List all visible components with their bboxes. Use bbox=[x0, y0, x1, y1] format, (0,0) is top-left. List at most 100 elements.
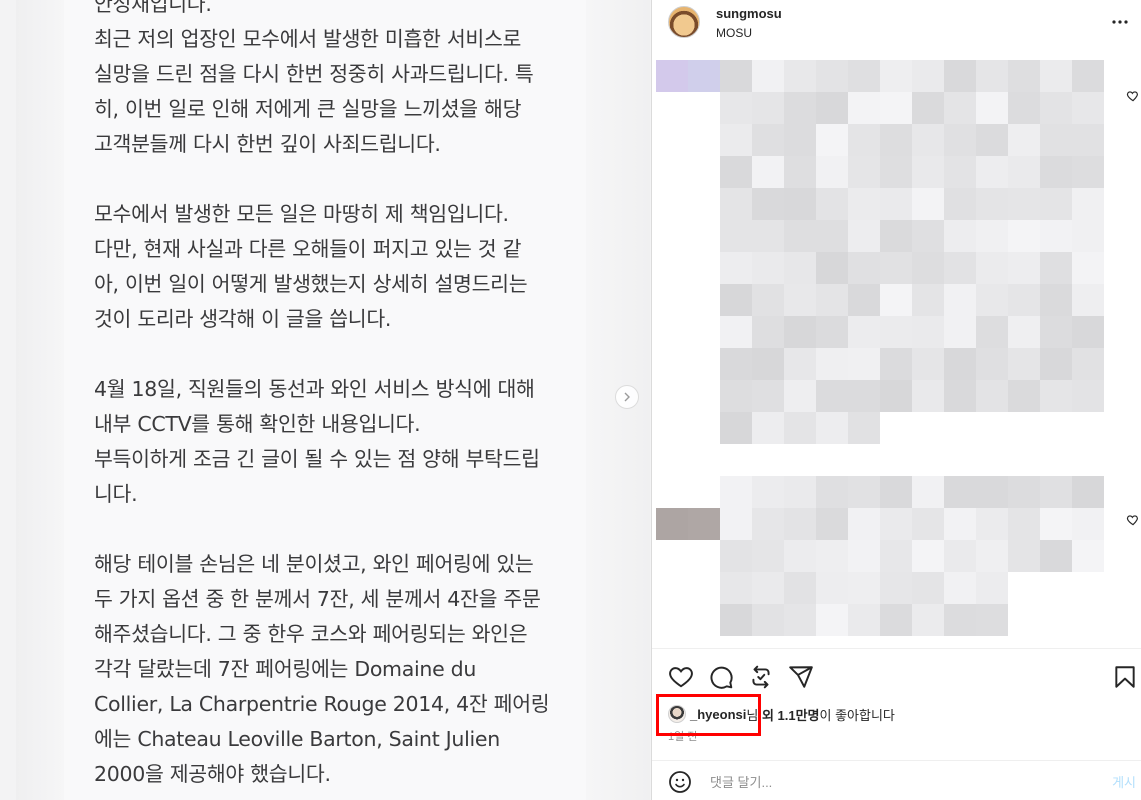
mosaic-pixel bbox=[944, 220, 976, 252]
likes-summary[interactable]: _hyeonsi 님 외 1.1만명 이 좋아합니다 bbox=[668, 704, 895, 724]
mosaic-pixel bbox=[880, 348, 912, 380]
letter-line: 부득이하게 조금 긴 글이 될 수 있는 점 양해 부탁드립 bbox=[94, 447, 540, 471]
emoji-button[interactable] bbox=[668, 770, 692, 794]
mosaic-pixel bbox=[848, 252, 880, 284]
blurred-comments-mosaic bbox=[656, 60, 1104, 636]
post-header: sungmosu MOSU bbox=[652, 0, 1141, 50]
mosaic-pixel bbox=[720, 124, 752, 156]
mosaic-pixel bbox=[944, 156, 976, 188]
mosaic-pixel bbox=[848, 540, 880, 572]
mosaic-pixel bbox=[976, 348, 1008, 380]
mosaic-pixel bbox=[752, 380, 784, 412]
comment-like-icon[interactable] bbox=[1126, 513, 1140, 527]
mosaic-pixel bbox=[912, 604, 944, 636]
post-timestamp[interactable]: 1일 전 bbox=[668, 728, 697, 744]
mosaic-pixel bbox=[944, 124, 976, 156]
mosaic-pixel bbox=[880, 508, 912, 540]
mosaic-pixel bbox=[976, 124, 1008, 156]
share-button[interactable] bbox=[788, 664, 814, 690]
mosaic-pixel bbox=[784, 188, 816, 220]
mosaic-pixel bbox=[976, 572, 1008, 604]
letter-line: 실망을 드린 점을 다시 한번 정중히 사과드립니다. 특 bbox=[94, 62, 534, 86]
mosaic-pixel bbox=[720, 380, 752, 412]
mosaic-pixel bbox=[816, 348, 848, 380]
comment-like-icon[interactable] bbox=[1126, 89, 1140, 103]
author-username[interactable]: sungmosu bbox=[716, 6, 782, 21]
like-button[interactable] bbox=[668, 664, 694, 690]
mosaic-pixel bbox=[848, 604, 880, 636]
letter-line: Collier, La Charpentrie Rouge 2014, 4잔 페… bbox=[94, 692, 550, 716]
mosaic-pixel bbox=[880, 476, 912, 508]
next-slide-button[interactable] bbox=[615, 385, 639, 409]
mosaic-pixel bbox=[816, 60, 848, 92]
mosaic-pixel bbox=[1008, 284, 1040, 316]
mosaic-pixel bbox=[1040, 380, 1072, 412]
chevron-right-icon bbox=[624, 392, 630, 402]
mosaic-pixel bbox=[848, 156, 880, 188]
mosaic-pixel bbox=[752, 124, 784, 156]
likes-count[interactable]: 1.1만명 bbox=[778, 705, 820, 724]
comment-input[interactable] bbox=[708, 769, 1072, 795]
mosaic-pixel bbox=[848, 284, 880, 316]
mosaic-pixel bbox=[1072, 476, 1104, 508]
comment-icon bbox=[710, 666, 733, 689]
mosaic-pixel bbox=[1072, 124, 1104, 156]
mosaic-pixel bbox=[976, 380, 1008, 412]
liker-username[interactable]: _hyeonsi bbox=[690, 707, 746, 722]
mosaic-pixel bbox=[1040, 60, 1072, 92]
mosaic-pixel bbox=[720, 476, 752, 508]
mosaic-pixel bbox=[912, 572, 944, 604]
more-options-button[interactable] bbox=[1110, 12, 1130, 32]
mosaic-pixel bbox=[720, 284, 752, 316]
mosaic-pixel bbox=[816, 124, 848, 156]
mosaic-pixel bbox=[1040, 220, 1072, 252]
mosaic-pixel bbox=[1072, 60, 1104, 92]
letter-line: 최근 저의 업장인 모수에서 발생한 미흡한 서비스로 bbox=[94, 27, 522, 51]
mosaic-pixel bbox=[720, 316, 752, 348]
more-horizontal-icon bbox=[1112, 20, 1128, 24]
mosaic-pixel bbox=[944, 572, 976, 604]
comment-button[interactable] bbox=[708, 664, 734, 690]
letter-line: 내부 CCTV를 통해 확인한 내용입니다. bbox=[94, 412, 421, 436]
mosaic-pixel bbox=[912, 92, 944, 124]
mosaic-pixel bbox=[880, 92, 912, 124]
mosaic-pixel bbox=[816, 220, 848, 252]
author-avatar[interactable] bbox=[668, 6, 700, 38]
mosaic-pixel bbox=[752, 572, 784, 604]
mosaic-pixel bbox=[752, 188, 784, 220]
likes-and-others: 외 bbox=[758, 707, 778, 723]
mosaic-pixel bbox=[976, 316, 1008, 348]
mosaic-pixel bbox=[1008, 476, 1040, 508]
mosaic-pixel bbox=[752, 604, 784, 636]
bookmark-button[interactable] bbox=[1112, 664, 1138, 690]
mosaic-pixel bbox=[848, 124, 880, 156]
mosaic-pixel bbox=[1008, 188, 1040, 220]
mosaic-pixel bbox=[944, 348, 976, 380]
mosaic-pixel bbox=[912, 156, 944, 188]
mosaic-pixel bbox=[720, 572, 752, 604]
mosaic-pixel bbox=[816, 572, 848, 604]
mosaic-pixel bbox=[912, 316, 944, 348]
likes-honorific: 님 bbox=[746, 707, 759, 723]
mosaic-pixel bbox=[688, 508, 720, 540]
mosaic-pixel bbox=[976, 156, 1008, 188]
mosaic-pixel bbox=[880, 188, 912, 220]
mosaic-pixel bbox=[1040, 252, 1072, 284]
mosaic-pixel bbox=[784, 220, 816, 252]
author-subtitle[interactable]: MOSU bbox=[716, 26, 752, 40]
mosaic-pixel bbox=[880, 604, 912, 636]
mosaic-pixel bbox=[1072, 220, 1104, 252]
mosaic-pixel bbox=[720, 188, 752, 220]
mosaic-pixel bbox=[816, 604, 848, 636]
mosaic-pixel bbox=[1072, 540, 1104, 572]
letter-line: 모수에서 발생한 모든 일은 마땅히 제 책임입니다. bbox=[94, 202, 509, 226]
post-panel: sungmosu MOSU _hyeonsi 님 외 1.1만명 이 좋아합니다… bbox=[651, 0, 1141, 800]
liker-avatar[interactable] bbox=[668, 705, 686, 723]
mosaic-pixel bbox=[784, 604, 816, 636]
mosaic-pixel bbox=[720, 508, 752, 540]
mosaic-pixel bbox=[848, 476, 880, 508]
mosaic-pixel bbox=[720, 156, 752, 188]
mosaic-pixel bbox=[784, 92, 816, 124]
post-comment-button[interactable]: 게시 bbox=[1112, 772, 1136, 791]
repost-button[interactable] bbox=[748, 664, 774, 690]
